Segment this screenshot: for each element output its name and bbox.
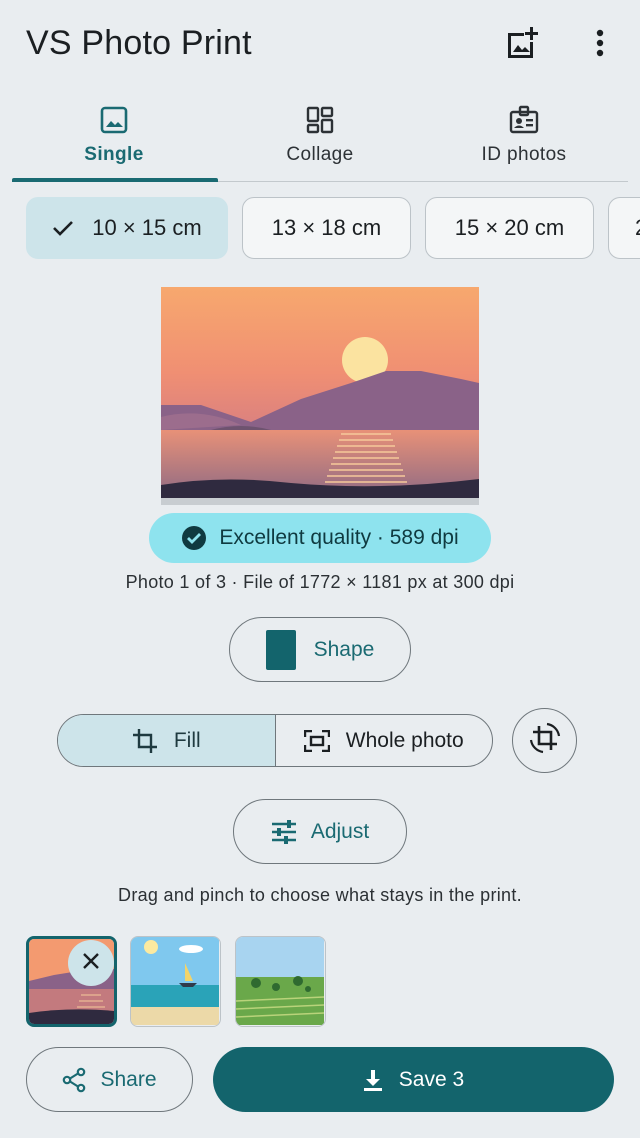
tab-id-photos[interactable]: ID photos [422,96,626,182]
rotate-crop-button[interactable] [512,708,577,773]
whole-photo-label: Whole photo [345,728,464,752]
tab-id-photos-label: ID photos [481,144,567,165]
whole-photo-option[interactable]: Whole photo [276,715,493,766]
more-vert-icon [596,29,604,62]
size-chip-label: 15 × 20 cm [454,215,565,240]
check-icon [52,219,74,237]
id-badge-icon [508,104,540,136]
add-photo-icon [504,25,540,66]
crop-icon [132,728,158,754]
fit-screen-icon [303,729,330,752]
photo-info: Photo 1 of 3 · File of 1772 × 1181 px at… [125,572,515,592]
size-chip-label: 10 × 15 cm [92,215,202,240]
tab-single[interactable]: Single [12,96,216,182]
share-label: Share [100,1067,157,1091]
fill-label: Fill [173,728,201,752]
collage-grid-icon [304,104,336,136]
crop-hint: Drag and pinch to choose what stays in t… [118,885,522,905]
size-chip-partial[interactable]: 2 [608,197,640,259]
save-label: Save 3 [398,1067,465,1091]
more-options-button[interactable] [576,21,624,69]
tab-collage[interactable]: Collage [218,96,422,182]
add-photo-button[interactable] [498,21,546,69]
remove-photo-button[interactable] [68,940,114,986]
adjust-button[interactable]: Adjust [233,799,407,864]
shape-label: Shape [313,637,375,661]
close-icon [82,952,100,975]
share-icon [62,1067,86,1093]
tab-collage-label: Collage [286,144,354,165]
save-button[interactable]: Save 3 [213,1047,614,1112]
adjust-label: Adjust [310,819,370,843]
quality-label: Excellent quality · 589 dpi [219,526,459,549]
app-title: VS Photo Print [26,24,252,62]
thumbnail-beach-sailboat[interactable] [130,936,221,1027]
fill-option[interactable]: Fill [58,715,276,766]
shape-swatch [265,629,296,670]
size-chip-label: 2 [635,215,640,241]
size-chip-10x15[interactable]: 10 × 15 cm [26,197,228,259]
image-icon [98,104,130,136]
quality-badge: Excellent quality · 589 dpi [149,513,491,563]
tune-icon [271,819,297,844]
check-circle-icon [181,525,207,551]
share-button[interactable]: Share [26,1047,193,1112]
download-icon [363,1069,383,1091]
tab-single-label: Single [84,144,144,165]
tab-bar: Single Collage ID photos [12,96,628,182]
rotate-crop-icon [527,720,563,761]
size-chip-13x18[interactable]: 13 × 18 cm [242,197,411,259]
thumbnail-green-field[interactable] [235,936,326,1027]
tab-indicator [12,178,218,182]
crop-mode-toggle: Fill Whole photo [57,714,493,767]
shape-button[interactable]: Shape [229,617,411,682]
size-chip-15x20[interactable]: 15 × 20 cm [425,197,594,259]
size-chip-label: 13 × 18 cm [271,215,382,240]
print-preview[interactable] [161,287,479,505]
